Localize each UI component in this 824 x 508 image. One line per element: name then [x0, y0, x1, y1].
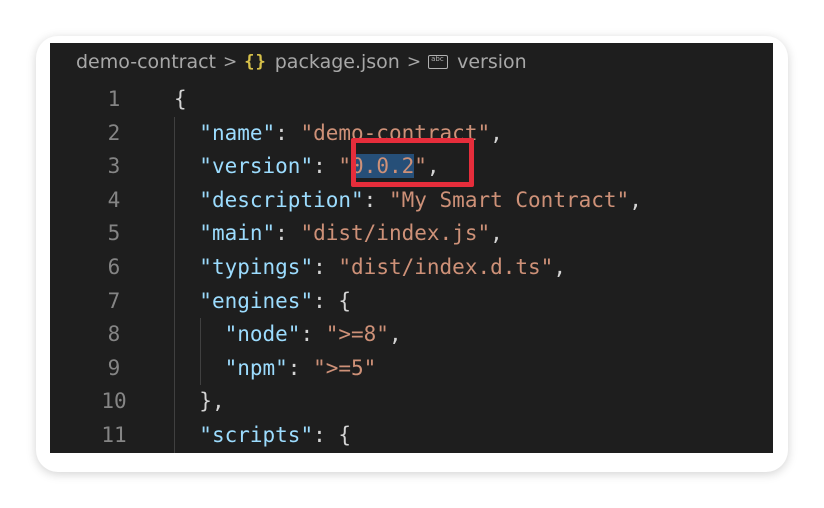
line-number: 3 — [107, 154, 121, 179]
json-punctuation: , — [490, 120, 503, 145]
code-line[interactable]: 10 }, — [50, 385, 773, 419]
line-number: 11 — [101, 423, 127, 447]
json-punctuation: { — [174, 87, 187, 111]
json-key: "typings" — [199, 255, 314, 279]
json-punctuation: : — [313, 255, 339, 279]
json-punctuation: , — [553, 255, 566, 279]
line-number: 2 — [107, 120, 121, 145]
line-content: { — [174, 83, 187, 117]
json-punctuation: : — [363, 187, 389, 212]
code-line[interactable]: 11 "scripts": { — [50, 419, 773, 453]
code-line[interactable]: 6 "typings": "dist/index.d.ts", — [50, 251, 773, 285]
line-number: 4 — [107, 187, 121, 212]
json-punctuation: , — [490, 221, 503, 246]
line-number: 9 — [107, 355, 121, 380]
code-line[interactable]: 5 "main": "dist/index.js", — [50, 217, 773, 251]
screenshot-frame: demo-contract > {} package.json > versio… — [36, 36, 788, 472]
json-punctuation: : — [313, 154, 339, 179]
breadcrumb-folder[interactable]: demo-contract — [76, 51, 216, 73]
code-line[interactable]: 4 "description": "My Smart Contract", — [50, 184, 773, 218]
line-content: "scripts": { — [174, 419, 351, 453]
json-punctuation: : { — [313, 288, 352, 313]
code-line[interactable]: 7 "engines": { — [50, 285, 773, 319]
breadcrumb-symbol[interactable]: version — [457, 51, 527, 73]
json-key: "main" — [199, 221, 276, 246]
line-number: 8 — [107, 322, 121, 347]
string-field-icon — [428, 55, 449, 69]
json-punctuation: : { — [313, 423, 352, 447]
code-line[interactable]: 9 "npm": ">=5" — [50, 352, 773, 386]
line-content: }, — [174, 385, 225, 419]
line-content: "npm": ">=5" — [174, 352, 377, 386]
breadcrumb-separator: > — [223, 52, 238, 72]
breadcrumb: demo-contract > {} package.json > versio… — [76, 45, 527, 79]
json-string: "dist/index.js" — [300, 221, 491, 246]
line-content: "description": "My Smart Contract", — [174, 184, 642, 218]
json-punctuation: : — [275, 221, 301, 246]
json-string: "My Smart Contract" — [388, 187, 630, 212]
line-content: "main": "dist/index.js", — [174, 217, 503, 251]
json-key: "npm" — [224, 355, 288, 380]
json-punctuation: : — [287, 355, 314, 380]
json-string: "dist/index.d.ts" — [338, 255, 554, 279]
json-string: ">=8" — [325, 322, 389, 347]
code-line[interactable]: 1{ — [50, 83, 773, 117]
line-number: 5 — [107, 221, 121, 246]
json-string: ">=5" — [313, 355, 377, 380]
line-content: "typings": "dist/index.d.ts", — [174, 251, 566, 285]
indent-guide — [200, 318, 201, 386]
line-number: 7 — [107, 288, 121, 313]
code-line[interactable]: 8 "node": ">=8", — [50, 318, 773, 352]
json-string: " — [338, 154, 352, 179]
line-content: "node": ">=8", — [174, 318, 402, 352]
json-punctuation: , — [629, 187, 642, 212]
indent-guide — [174, 116, 175, 453]
line-number: 10 — [101, 389, 127, 414]
json-key: "name" — [199, 120, 276, 145]
line-number: 1 — [107, 87, 121, 111]
json-punctuation: }, — [199, 389, 225, 414]
json-key: "version" — [199, 154, 314, 179]
breadcrumb-separator: > — [406, 52, 422, 72]
breadcrumb-file[interactable]: package.json — [275, 51, 400, 73]
json-punctuation: : — [300, 322, 326, 347]
code-editor[interactable]: demo-contract > {} package.json > versio… — [50, 43, 773, 453]
json-key: "description" — [199, 187, 364, 212]
json-key: "engines" — [199, 288, 314, 313]
annotation-highlight-box — [351, 138, 474, 187]
json-key: "scripts" — [199, 423, 314, 447]
line-number: 6 — [107, 255, 121, 279]
json-punctuation: , — [388, 322, 402, 347]
json-key: "node" — [224, 322, 301, 347]
line-content: "engines": { — [174, 285, 351, 319]
json-punctuation: : — [275, 120, 301, 145]
json-braces-icon: {} — [244, 52, 267, 72]
